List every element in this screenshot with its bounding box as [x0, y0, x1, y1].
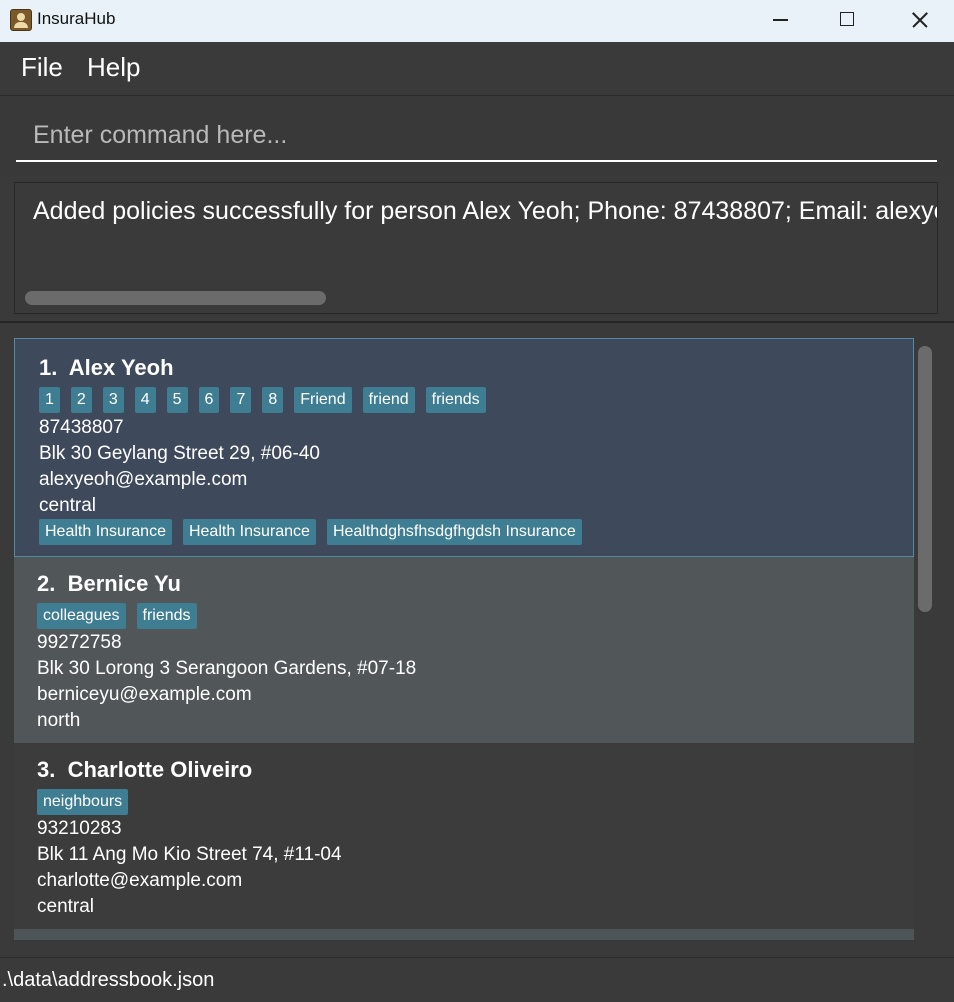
tag-list: colleagues friends — [37, 603, 197, 629]
vertical-scrollbar[interactable] — [918, 346, 932, 612]
tag: 1 — [39, 387, 60, 413]
menu-bar: File Help — [0, 42, 954, 95]
email: charlotte@example.com — [37, 870, 243, 891]
policy-tag: Healthdghsfhsdgfhgdsh Insurance — [326, 519, 582, 545]
phone: 99272758 — [37, 632, 122, 653]
phone: 87438807 — [39, 417, 124, 438]
person-card[interactable] — [14, 929, 914, 940]
tag: 3 — [102, 387, 124, 413]
horizontal-scrollbar[interactable] — [25, 291, 326, 305]
address: Blk 11 Ang Mo Kio Street 74, #11-04 — [37, 844, 342, 865]
tag: neighbours — [37, 789, 129, 815]
result-message: Added policies successfully for person A… — [33, 197, 937, 225]
address: Blk 30 Lorong 3 Serangoon Gardens, #07-1… — [37, 658, 417, 679]
policy-tag: Health Insurance — [39, 519, 172, 545]
policy-list: Health Insurance Health Insurance Health… — [39, 519, 582, 545]
person-card[interactable]: 2. Bernice Yu colleagues friends 9927275… — [14, 557, 914, 743]
policy-tag: Health Insurance — [182, 519, 316, 545]
result-display: Added policies successfully for person A… — [14, 182, 938, 314]
email: alexyeoh@example.com — [39, 469, 248, 490]
region: central — [39, 495, 97, 516]
app-icon — [10, 9, 32, 31]
menu-file[interactable]: File — [21, 52, 63, 83]
tag: 4 — [134, 387, 156, 413]
email: berniceyu@example.com — [37, 684, 252, 705]
phone: 93210283 — [37, 818, 122, 839]
person-card[interactable]: 3. Charlotte Oliveiro neighbours 9321028… — [14, 743, 914, 929]
command-input[interactable] — [16, 110, 937, 162]
person-list: 1. Alex Yeoh 1 2 3 4 5 6 7 8 Friend frie… — [14, 338, 914, 940]
tag: 8 — [262, 387, 284, 413]
region: north — [37, 710, 81, 731]
command-box — [0, 95, 954, 176]
tag: 2 — [70, 387, 92, 413]
tag: 6 — [198, 387, 220, 413]
person-name: 3. Charlotte Oliveiro — [37, 757, 253, 782]
title-bar: InsuraHub — [0, 0, 954, 42]
tag: friends — [136, 603, 197, 629]
tag-list: 1 2 3 4 5 6 7 8 Friend friend friends — [39, 387, 486, 413]
address: Blk 30 Geylang Street 29, #06-40 — [39, 443, 320, 464]
minimize-icon[interactable] — [744, 0, 814, 40]
close-icon[interactable] — [884, 0, 954, 40]
person-card[interactable]: 1. Alex Yeoh 1 2 3 4 5 6 7 8 Friend frie… — [14, 338, 914, 557]
window-title: InsuraHub — [37, 9, 116, 28]
divider — [0, 321, 954, 323]
tag: 5 — [166, 387, 188, 413]
tag-list: neighbours — [37, 789, 129, 815]
tag: 7 — [230, 387, 252, 413]
status-bar: .\data\addressbook.json — [0, 957, 954, 1002]
menu-help[interactable]: Help — [87, 52, 140, 83]
tag: Friend — [294, 387, 352, 413]
region: central — [37, 896, 95, 917]
person-name: 1. Alex Yeoh — [39, 355, 174, 380]
tag: friends — [425, 387, 486, 413]
maximize-icon[interactable] — [812, 0, 882, 40]
tag: friend — [362, 387, 415, 413]
person-name: 2. Bernice Yu — [37, 571, 181, 596]
tag: colleagues — [37, 603, 126, 629]
save-file-path: .\data\addressbook.json — [2, 969, 215, 991]
